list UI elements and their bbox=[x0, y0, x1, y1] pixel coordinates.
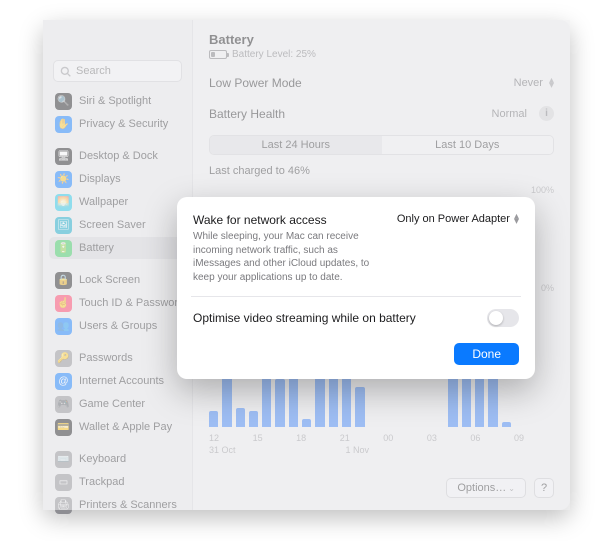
optimise-label: Optimise video streaming while on batter… bbox=[193, 311, 416, 325]
optimise-video-row: Optimise video streaming while on batter… bbox=[193, 309, 519, 327]
optimise-toggle[interactable] bbox=[487, 309, 519, 327]
wake-label: Wake for network access bbox=[193, 213, 385, 227]
wake-value-text: Only on Power Adapter bbox=[397, 213, 510, 225]
divider bbox=[191, 296, 521, 297]
done-button[interactable]: Done bbox=[454, 343, 519, 365]
battery-options-sheet: Wake for network access While sleeping, … bbox=[177, 197, 535, 379]
wake-for-network-row: Wake for network access While sleeping, … bbox=[193, 213, 519, 284]
system-settings-window: 🔍Siri & Spotlight✋Privacy & Security🖥Des… bbox=[43, 20, 570, 510]
stepper-icon: ▴▾ bbox=[514, 214, 519, 224]
wake-selector[interactable]: Only on Power Adapter ▴▾ bbox=[397, 213, 519, 225]
wake-description: While sleeping, your Mac can receive inc… bbox=[193, 230, 385, 284]
